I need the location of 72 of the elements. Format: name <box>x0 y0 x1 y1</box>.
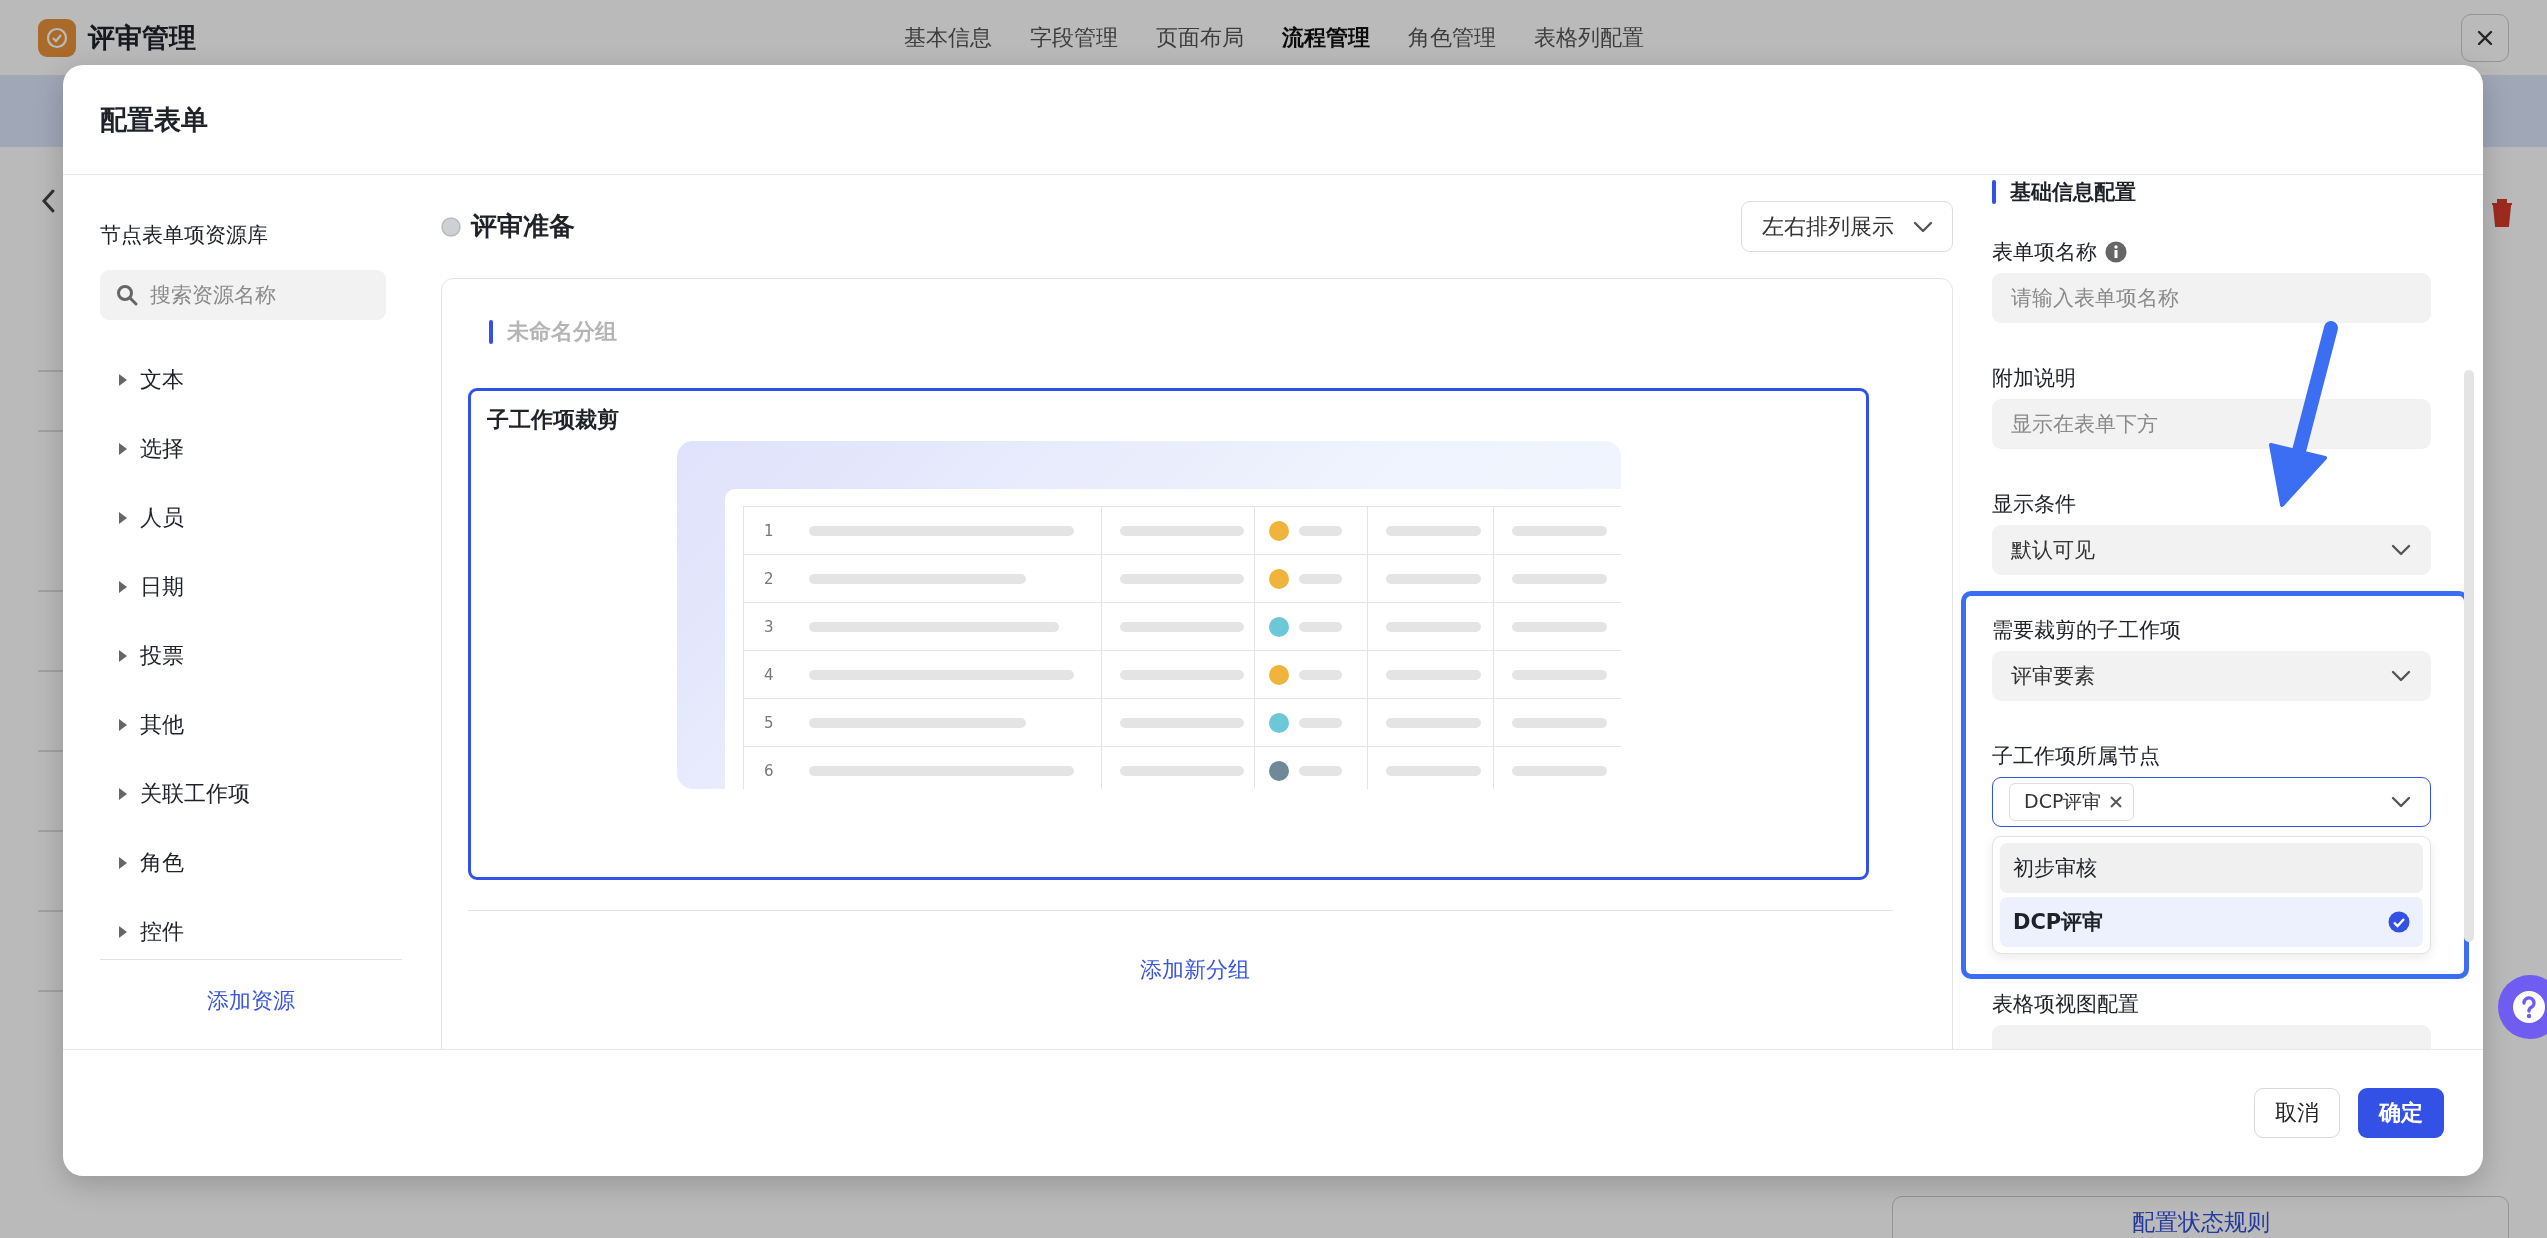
confirm-button[interactable]: 确定 <box>2358 1088 2444 1138</box>
nav-tab[interactable]: 表格列配置 <box>1533 16 1644 59</box>
row-number: 4 <box>763 665 775 684</box>
section-title: 基础信息配置 <box>2010 179 2136 206</box>
layout-select[interactable]: 左右排列展示 <box>1741 201 1953 252</box>
input-field[interactable]: 显示在表单下方 <box>1992 399 2431 449</box>
placeholder-bar <box>1299 669 1343 680</box>
nav-tab[interactable]: 页面布局 <box>1155 16 1244 59</box>
select-field[interactable]: 评审要素 <box>1992 651 2431 701</box>
field-label: 表格项视图配置 <box>1992 991 2139 1018</box>
row-number: 5 <box>763 713 775 732</box>
chevron-down-icon <box>2390 543 2412 557</box>
resource-category[interactable]: 人员 <box>100 483 402 552</box>
help-icon <box>2512 990 2546 1024</box>
placeholder-bar <box>1299 765 1343 776</box>
chevron-down-icon <box>2390 669 2412 683</box>
resource-category[interactable]: 控件 <box>100 897 402 966</box>
dropdown-option[interactable]: 初步审核 <box>2000 843 2423 893</box>
field-label: 显示条件 <box>1992 491 2076 518</box>
scrollbar[interactable] <box>2464 370 2474 942</box>
row-number: 3 <box>763 617 775 636</box>
chevron-down-icon <box>1912 219 1934 234</box>
add-resource-link[interactable]: 添加资源 <box>207 986 295 1016</box>
field-label: 子工作项所属节点 <box>1992 743 2160 770</box>
add-group-link[interactable]: 添加新分组 <box>1140 955 1250 985</box>
placeholder-bar <box>1299 525 1343 536</box>
selected-tag[interactable]: DCP评审 <box>2009 783 2135 821</box>
trash-icon[interactable] <box>2490 198 2514 228</box>
row-number: 6 <box>763 761 775 780</box>
multi-select-field[interactable]: DCP评审 <box>1992 777 2431 827</box>
check-icon <box>2388 911 2410 933</box>
input-field[interactable]: 请输入表单项名称 <box>1992 273 2431 323</box>
chevron-down-icon <box>2390 795 2412 809</box>
resource-category[interactable]: 投票 <box>100 621 402 690</box>
select-field[interactable]: 默认可见 <box>1992 525 2431 575</box>
cancel-button[interactable]: 取消 <box>2254 1088 2340 1138</box>
resource-category[interactable]: 文本 <box>100 345 402 414</box>
modal-title: 配置表单 <box>100 102 208 137</box>
row-number: 1 <box>763 521 775 540</box>
group-title: 未命名分组 <box>507 318 617 346</box>
form-item-card[interactable]: 子工作项裁剪 1 2 3 4 5 6 <box>468 388 1869 880</box>
help-button[interactable] <box>2498 975 2547 1039</box>
row-number: 2 <box>763 569 775 588</box>
circle-icon <box>441 216 461 237</box>
resource-category[interactable]: 日期 <box>100 552 402 621</box>
dropdown-option[interactable]: DCP评审 <box>2000 897 2423 947</box>
placeholder-bar <box>1299 621 1343 632</box>
nav-tab[interactable]: 流程管理 <box>1281 16 1370 59</box>
nav-tab[interactable]: 字段管理 <box>1029 16 1118 59</box>
resource-category[interactable]: 其他 <box>100 690 402 759</box>
remove-icon[interactable] <box>2109 795 2124 809</box>
nav-tab[interactable]: 基本信息 <box>903 16 992 59</box>
nav-tab[interactable]: 角色管理 <box>1407 16 1496 59</box>
resource-category[interactable]: 关联工作项 <box>100 759 402 828</box>
close-icon <box>2475 28 2495 48</box>
field-label: 表单项名称 <box>1992 239 2097 266</box>
form-item-label: 子工作项裁剪 <box>487 406 620 434</box>
back-icon[interactable] <box>40 188 56 214</box>
configure-rules-button[interactable]: 配置状态规则 <box>1892 1196 2509 1238</box>
field-label: 附加说明 <box>1992 365 2076 392</box>
field-label: 需要裁剪的子工作项 <box>1992 617 2181 644</box>
placeholder-bar <box>1299 717 1343 728</box>
close-button[interactable] <box>2461 14 2509 62</box>
panel-title: 节点表单项资源库 <box>100 222 269 249</box>
app-title: 评审管理 <box>88 20 196 55</box>
placeholder-bar <box>1299 573 1343 584</box>
search-icon <box>116 284 138 306</box>
node-title: 评审准备 <box>471 210 575 243</box>
search-field[interactable]: 搜索资源名称 <box>100 270 386 320</box>
resource-category[interactable]: 角色 <box>100 828 402 897</box>
resource-category[interactable]: 选择 <box>100 414 402 483</box>
app-logo-icon <box>38 18 76 57</box>
